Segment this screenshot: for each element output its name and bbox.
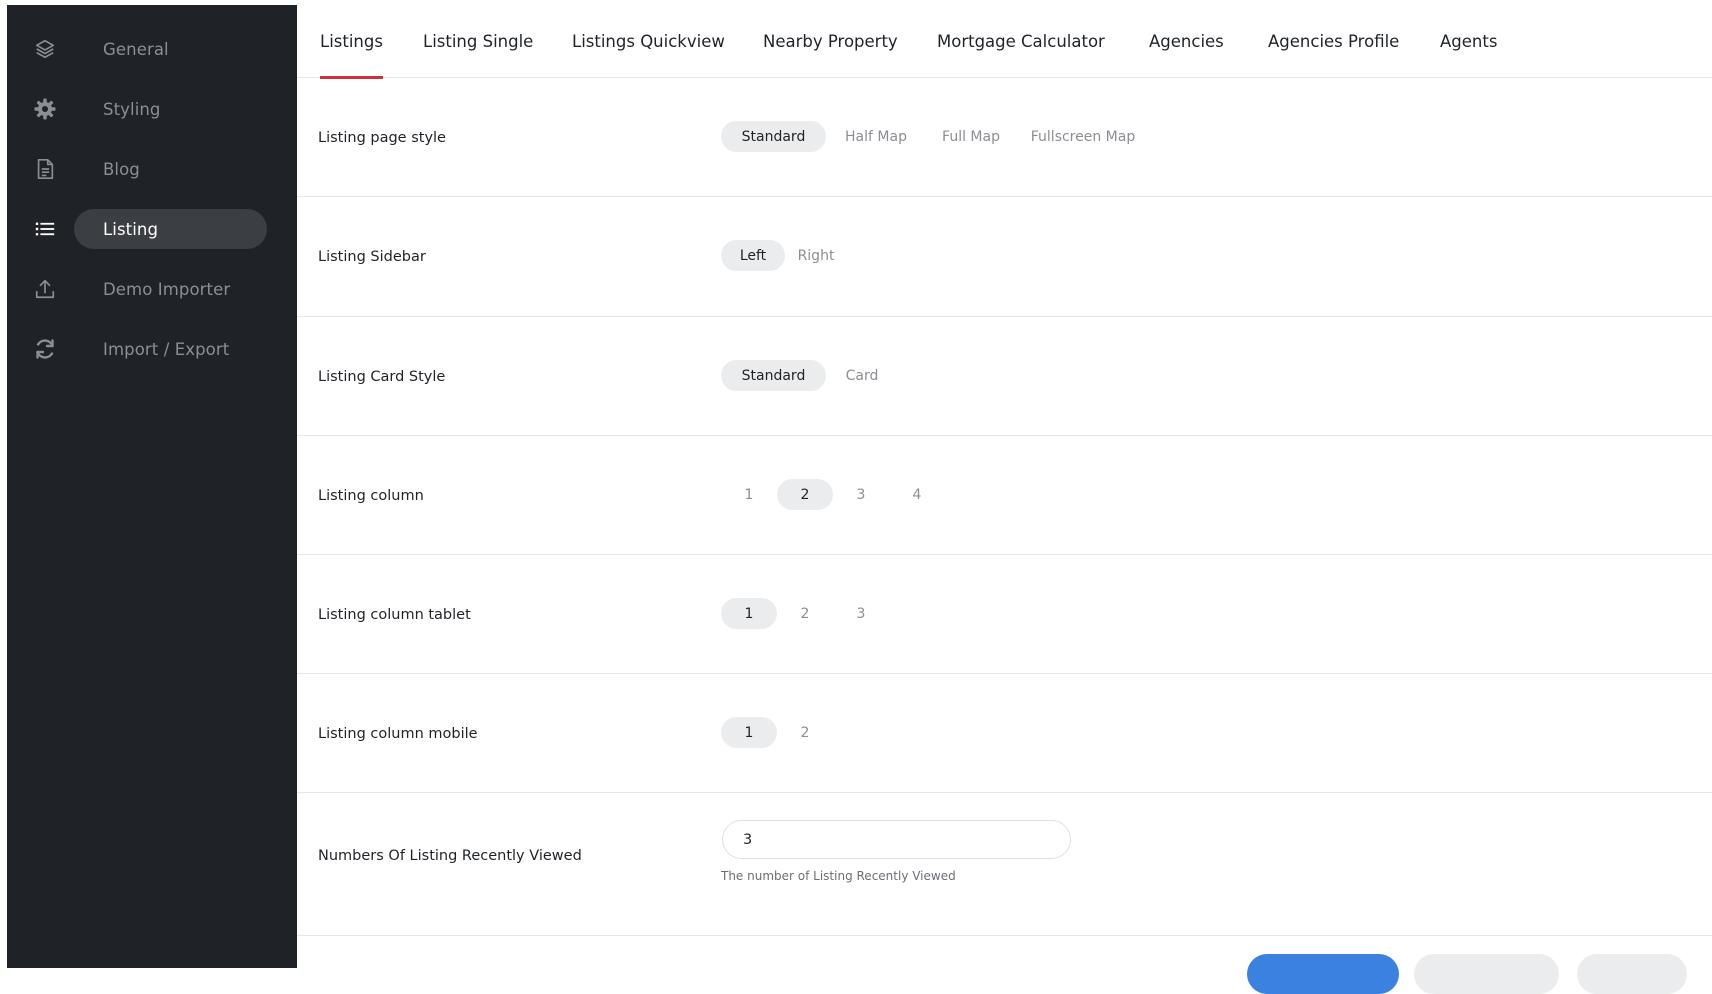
option-1[interactable]: 1 [721,598,777,629]
option-standard[interactable]: Standard [721,121,826,152]
setting-row-recently-viewed: Numbers Of Listing Recently Viewed The n… [297,793,1712,936]
option-2[interactable]: 2 [777,717,833,748]
tab-mortgage-calculator[interactable]: Mortgage Calculator [937,5,1105,78]
sidebar-item-general[interactable]: General [7,29,297,69]
window-edge [0,0,7,968]
setting-row-sidebar: Listing Sidebar Left Right [297,197,1712,317]
sidebar-item-label: Styling [103,99,161,119]
setting-row-column-mobile: Listing column mobile 1 2 [297,674,1712,793]
tab-nearby-property[interactable]: Nearby Property [763,5,898,78]
option-1[interactable]: 1 [721,717,777,748]
setting-row-column: Listing column 1 2 3 4 [297,436,1712,555]
tab-listings[interactable]: Listings [320,5,383,79]
layers-icon [33,37,57,61]
upload-icon [33,277,57,301]
sidebar-item-label: Import / Export [103,339,230,359]
reset-section-button[interactable] [1414,954,1559,994]
sidebar-item-label: General [103,39,169,59]
sync-icon [33,337,57,361]
setting-label: Listing column [318,488,424,504]
option-left[interactable]: Left [721,240,785,271]
sidebar-item-styling[interactable]: Styling [7,89,297,129]
sidebar-item-blog[interactable]: Blog [7,149,297,189]
setting-label: Listing column tablet [318,607,471,623]
option-standard[interactable]: Standard [721,360,826,391]
sidebar-item-demo-importer[interactable]: Demo Importer [7,269,297,309]
tab-agencies-profile[interactable]: Agencies Profile [1268,5,1399,78]
setting-label: Listing Card Style [318,369,446,385]
setting-row-card-style: Listing Card Style Standard Card [297,317,1712,436]
sidebar: General Styling Blog Listing Demo Import… [7,5,297,968]
setting-label: Listing Sidebar [318,249,426,265]
save-button[interactable] [1247,954,1399,994]
option-half-map[interactable]: Half Map [826,121,926,152]
tab-agents[interactable]: Agents [1440,5,1497,78]
document-icon [33,157,57,181]
option-card[interactable]: Card [826,360,898,391]
option-2[interactable]: 2 [777,479,833,510]
tab-listings-quickview[interactable]: Listings Quickview [572,5,725,78]
option-4[interactable]: 4 [889,479,945,510]
setting-row-page-style: Listing page style Standard Half Map Ful… [297,78,1712,197]
option-3[interactable]: 3 [833,598,889,629]
option-full-map[interactable]: Full Map [928,121,1014,152]
sidebar-item-listing[interactable]: Listing [7,209,297,249]
setting-label: Listing page style [318,130,446,146]
option-3[interactable]: 3 [833,479,889,510]
settings-panel: Listings Listing Single Listings Quickvi… [297,5,1712,994]
option-1[interactable]: 1 [721,479,777,510]
sidebar-item-label: Listing [103,219,159,239]
option-fullscreen-map[interactable]: Fullscreen Map [1016,121,1150,152]
tab-bar: Listings Listing Single Listings Quickvi… [297,5,1712,79]
option-2[interactable]: 2 [777,598,833,629]
help-text: The number of Listing Recently Viewed [721,869,956,883]
setting-label: Listing column mobile [318,726,478,742]
setting-label: Numbers Of Listing Recently Viewed [318,848,582,864]
option-right[interactable]: Right [785,240,847,271]
app-frame: General Styling Blog Listing Demo Import… [0,0,1712,994]
sidebar-item-label: Blog [103,159,140,179]
list-icon [33,217,57,241]
sidebar-item-import-export[interactable]: Import / Export [7,329,297,369]
gear-icon [33,97,57,121]
tab-agencies[interactable]: Agencies [1149,5,1224,78]
setting-row-column-tablet: Listing column tablet 1 2 3 [297,555,1712,674]
tab-listing-single[interactable]: Listing Single [423,5,533,78]
sidebar-item-label: Demo Importer [103,279,231,299]
recently-viewed-input[interactable] [722,820,1071,859]
reset-all-button[interactable] [1577,954,1687,994]
